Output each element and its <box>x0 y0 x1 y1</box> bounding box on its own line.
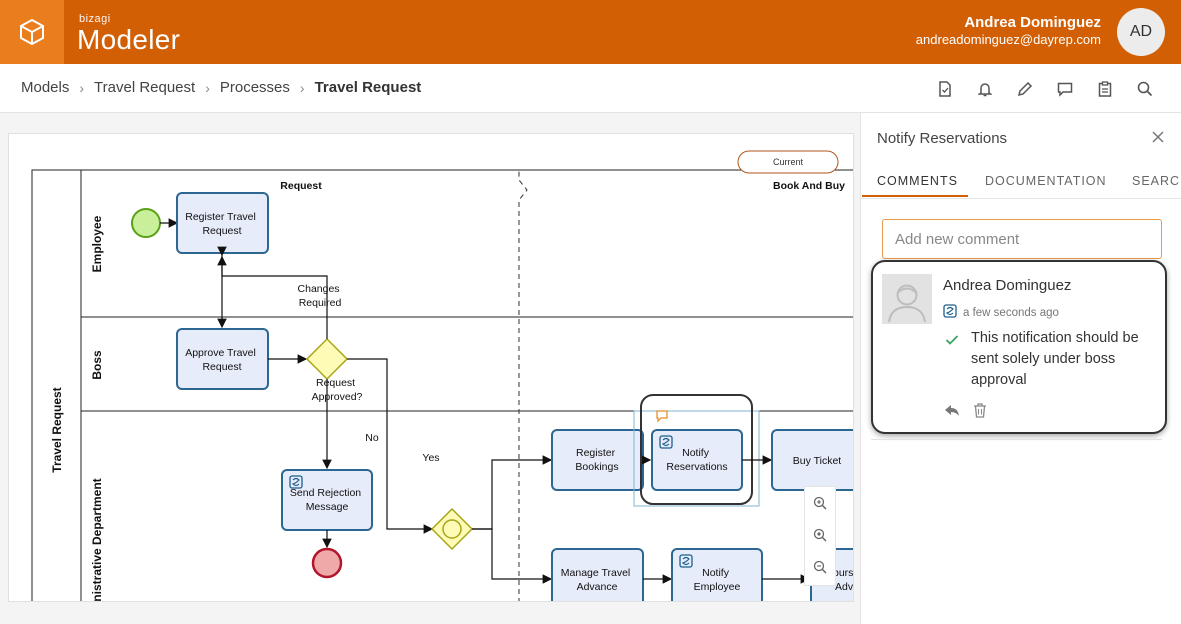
new-comment-input[interactable] <box>882 219 1162 259</box>
comment-time: a few seconds ago <box>963 306 1059 319</box>
task-approve-travel-request[interactable] <box>176 328 269 390</box>
zoom-fit-icon[interactable] <box>805 519 835 551</box>
toolbar <box>925 78 1165 100</box>
tab-documentation[interactable]: DOCUMENTATION <box>985 174 1107 188</box>
tab-search[interactable]: SEARCH <box>1132 174 1181 188</box>
app-logo[interactable] <box>0 0 64 64</box>
comment-indicator-icon <box>656 410 668 423</box>
label-no: No <box>365 432 379 444</box>
reply-icon[interactable] <box>943 401 961 419</box>
script-task-icon <box>943 304 957 321</box>
active-tab-indicator <box>862 195 968 197</box>
chevron-right-icon: › <box>79 79 85 96</box>
zoom-out-icon[interactable] <box>805 551 835 583</box>
current-badge-label: Current <box>773 157 804 167</box>
lane-label-admin: nistrative Department <box>90 478 104 601</box>
phase-request: Request <box>280 180 322 192</box>
comment-actions <box>943 401 989 419</box>
comment-card: Andrea Dominguez a few seconds ago This … <box>871 260 1167 434</box>
chevron-right-icon: › <box>205 79 210 96</box>
pool-label: Travel Request <box>50 387 64 472</box>
svg-text:Buy Ticket: Buy Ticket <box>793 455 842 467</box>
document-icon[interactable] <box>925 78 965 100</box>
user-name: Andrea Dominguez <box>964 14 1101 31</box>
zoom-in-icon[interactable] <box>805 487 835 519</box>
process-diagram: Travel Request Employee Boss nistrative … <box>31 150 853 601</box>
svg-text:Changes Required: Changes Required <box>298 283 343 309</box>
breadcrumb-models[interactable]: Models <box>21 79 69 96</box>
svg-text:Request Approved?: Request Approved? <box>312 377 363 403</box>
check-icon <box>945 333 959 351</box>
comment-meta: a few seconds ago <box>943 304 1059 321</box>
close-icon[interactable] <box>1148 127 1168 147</box>
brand-product: Modeler <box>77 24 181 55</box>
start-event[interactable] <box>131 208 161 238</box>
diagram-canvas[interactable]: Travel Request Employee Boss nistrative … <box>8 133 854 602</box>
breadcrumb-travel-request[interactable]: Travel Request <box>94 79 195 96</box>
comment-author: Andrea Dominguez <box>943 277 1072 294</box>
phase-book-and-buy: Book And Buy <box>773 180 845 192</box>
lane-label-employee: Employee <box>90 215 104 272</box>
breadcrumb-bar: Models › Travel Request › Processes › Tr… <box>0 64 1181 113</box>
comment-text: This notification should be sent solely … <box>971 330 1139 388</box>
diagram-area: Travel Request Employee Boss nistrative … <box>0 113 860 624</box>
breadcrumb-processes[interactable]: Processes <box>220 79 290 96</box>
user-avatar-icon <box>882 274 932 324</box>
comment-divider <box>871 439 1162 440</box>
bell-icon[interactable] <box>965 78 1005 100</box>
task-register-travel-request[interactable] <box>176 192 269 254</box>
gateway-request-approved[interactable] <box>305 337 349 381</box>
pencil-icon[interactable] <box>1005 78 1045 100</box>
gateway-split[interactable] <box>430 507 474 551</box>
task-register-bookings[interactable] <box>551 429 644 491</box>
breadcrumb: Models › Travel Request › Processes › Tr… <box>21 79 421 96</box>
user-email: andreadominguez@dayrep.com <box>915 32 1101 47</box>
app-header: bizagi Modeler Andrea Dominguez andreado… <box>0 0 1181 64</box>
avatar[interactable]: AD <box>1117 8 1165 56</box>
tab-comments[interactable]: COMMENTS <box>877 174 958 188</box>
properties-panel: Notify Reservations COMMENTS DOCUMENTATI… <box>860 113 1181 624</box>
chevron-right-icon: › <box>299 79 305 96</box>
comment-icon[interactable] <box>1045 78 1085 100</box>
panel-title: Notify Reservations <box>877 130 1008 147</box>
clipboard-icon[interactable] <box>1085 78 1125 100</box>
search-icon[interactable] <box>1125 78 1165 100</box>
end-event[interactable] <box>311 547 343 579</box>
label-yes: Yes <box>422 452 439 464</box>
panel-tabs: COMMENTS DOCUMENTATION SEARCH <box>861 163 1181 199</box>
trash-icon[interactable] <box>971 401 989 419</box>
lane-label-boss: Boss <box>90 350 104 380</box>
breadcrumb-current: Travel Request <box>314 79 422 96</box>
zoom-controls <box>804 486 836 586</box>
cube-icon <box>20 18 44 46</box>
